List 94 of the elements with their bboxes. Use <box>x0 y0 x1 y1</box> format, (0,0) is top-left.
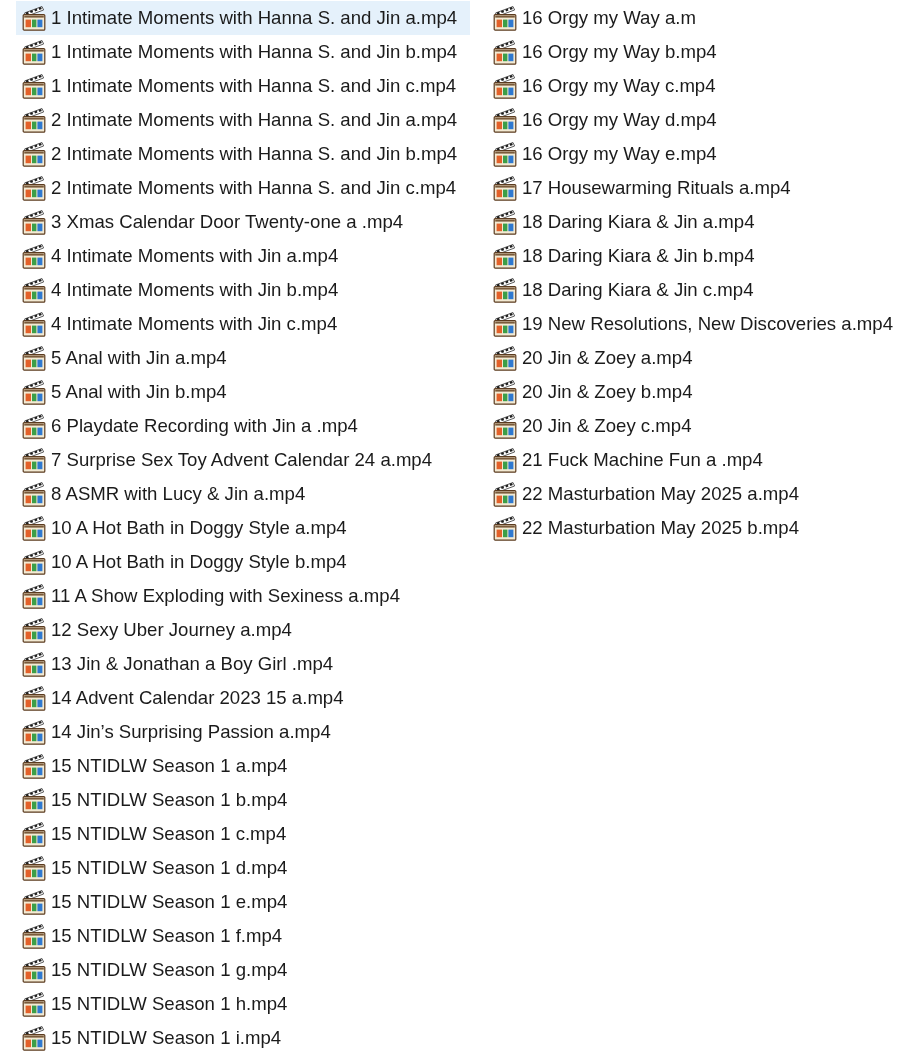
file-item[interactable]: 2 Intimate Moments with Hanna S. and Jin a.mp4 <box>16 103 470 137</box>
clapperboard-icon <box>22 141 46 167</box>
file-item[interactable]: 8 ASMR with Lucy & Jin a.mp4 <box>16 477 470 511</box>
file-item[interactable]: 22 Masturbation May 2025 a.mp4 <box>487 477 920 511</box>
file-item[interactable]: 15 NTIDLW Season 1 e.mp4 <box>16 885 470 919</box>
file-item[interactable]: 1 Intimate Moments with Hanna S. and Jin c.mp4 <box>16 69 470 103</box>
clapperboard-icon <box>22 209 46 235</box>
file-item[interactable]: 16 Orgy my Way e.mp4 <box>487 137 920 171</box>
clapperboard-icon <box>22 345 46 371</box>
file-item[interactable]: 15 NTIDLW Season 1 d.mp4 <box>16 851 470 885</box>
file-item[interactable]: 15 NTIDLW Season 1 f.mp4 <box>16 919 470 953</box>
file-item[interactable]: 2 Intimate Moments with Hanna S. and Jin c.mp4 <box>16 171 470 205</box>
file-item[interactable]: 21 Fuck Machine Fun a .mp4 <box>487 443 920 477</box>
clapperboard-icon <box>493 39 517 65</box>
clapperboard-icon <box>493 447 517 473</box>
file-item[interactable]: 2 Intimate Moments with Hanna S. and Jin b.mp4 <box>16 137 470 171</box>
clapperboard-icon <box>22 753 46 779</box>
file-item[interactable]: 15 NTIDLW Season 1 i.mp4 <box>16 1021 470 1055</box>
clapperboard-icon <box>493 311 517 337</box>
file-item[interactable]: 12 Sexy Uber Journey a.mp4 <box>16 613 470 647</box>
clapperboard-icon <box>493 209 517 235</box>
clapperboard-icon <box>22 175 46 201</box>
clapperboard-icon <box>22 719 46 745</box>
clapperboard-icon <box>493 107 517 133</box>
file-item[interactable]: 1 Intimate Moments with Hanna S. and Jin a.mp4 <box>16 1 470 35</box>
clapperboard-icon <box>22 243 46 269</box>
file-item[interactable]: 15 NTIDLW Season 1 b.mp4 <box>16 783 470 817</box>
clapperboard-icon <box>493 481 517 507</box>
file-item[interactable]: 20 Jin & Zoey c.mp4 <box>487 409 920 443</box>
file-item[interactable]: 11 A Show Exploding with Sexiness a.mp4 <box>16 579 470 613</box>
clapperboard-icon <box>22 787 46 813</box>
file-item[interactable]: 4 Intimate Moments with Jin c.mp4 <box>16 307 470 341</box>
clapperboard-icon <box>493 413 517 439</box>
clapperboard-icon <box>22 277 46 303</box>
clapperboard-icon <box>493 515 517 541</box>
file-item[interactable]: 20 Jin & Zoey b.mp4 <box>487 375 920 409</box>
clapperboard-icon <box>493 5 517 31</box>
file-item[interactable]: 20 Jin & Zoey a.mp4 <box>487 341 920 375</box>
file-item[interactable]: 15 NTIDLW Season 1 g.mp4 <box>16 953 470 987</box>
file-item[interactable]: 16 Orgy my Way d.mp4 <box>487 103 920 137</box>
file-item[interactable]: 16 Orgy my Way c.mp4 <box>487 69 920 103</box>
clapperboard-icon <box>22 5 46 31</box>
file-item[interactable]: 13 Jin & Jonathan a Boy Girl .mp4 <box>16 647 470 681</box>
file-item[interactable]: 4 Intimate Moments with Jin b.mp4 <box>16 273 470 307</box>
clapperboard-icon <box>22 107 46 133</box>
clapperboard-icon <box>22 515 46 541</box>
file-item[interactable]: 14 Jin’s Surprising Passion a.mp4 <box>16 715 470 749</box>
clapperboard-icon <box>22 1025 46 1051</box>
clapperboard-icon <box>493 73 517 99</box>
file-item[interactable]: 10 A Hot Bath in Doggy Style a.mp4 <box>16 511 470 545</box>
clapperboard-icon <box>493 345 517 371</box>
file-item[interactable]: 5 Anal with Jin a.mp4 <box>16 341 470 375</box>
clapperboard-icon <box>22 821 46 847</box>
file-item[interactable]: 22 Masturbation May 2025 b.mp4 <box>487 511 920 545</box>
clapperboard-icon <box>22 583 46 609</box>
clapperboard-icon <box>22 413 46 439</box>
file-item[interactable]: 14 Advent Calendar 2023 15 a.mp4 <box>16 681 470 715</box>
clapperboard-icon <box>22 39 46 65</box>
clapperboard-icon <box>493 175 517 201</box>
clapperboard-icon <box>22 311 46 337</box>
clapperboard-icon <box>22 481 46 507</box>
file-item[interactable]: 15 NTIDLW Season 1 c.mp4 <box>16 817 470 851</box>
file-item[interactable]: 4 Intimate Moments with Jin a.mp4 <box>16 239 470 273</box>
file-item[interactable]: 18 Daring Kiara & Jin c.mp4 <box>487 273 920 307</box>
clapperboard-icon <box>493 277 517 303</box>
clapperboard-icon <box>493 243 517 269</box>
clapperboard-icon <box>22 549 46 575</box>
clapperboard-icon <box>22 447 46 473</box>
clapperboard-icon <box>22 379 46 405</box>
file-item[interactable]: 16 Orgy my Way a.m <box>487 1 920 35</box>
file-item[interactable]: 16 Orgy my Way b.mp4 <box>487 35 920 69</box>
file-item[interactable]: 19 New Resolutions, New Discoveries a.mp4 <box>487 307 920 341</box>
file-item[interactable]: 18 Daring Kiara & Jin b.mp4 <box>487 239 920 273</box>
clapperboard-icon <box>22 617 46 643</box>
clapperboard-icon <box>22 73 46 99</box>
clapperboard-icon <box>493 379 517 405</box>
clapperboard-icon <box>22 991 46 1017</box>
clapperboard-icon <box>22 855 46 881</box>
clapperboard-icon <box>22 685 46 711</box>
file-item[interactable]: 7 Surprise Sex Toy Advent Calendar 24 a.mp4 <box>16 443 470 477</box>
file-item[interactable]: 10 A Hot Bath in Doggy Style b.mp4 <box>16 545 470 579</box>
file-item[interactable]: 17 Housewarming Rituals a.mp4 <box>487 171 920 205</box>
file-item[interactable]: 6 Playdate Recording with Jin a .mp4 <box>16 409 470 443</box>
file-item[interactable]: 15 NTIDLW Season 1 h.mp4 <box>16 987 470 1021</box>
file-item[interactable]: 1 Intimate Moments with Hanna S. and Jin b.mp4 <box>16 35 470 69</box>
clapperboard-icon <box>22 957 46 983</box>
file-item[interactable]: 15 NTIDLW Season 1 a.mp4 <box>16 749 470 783</box>
clapperboard-icon <box>22 923 46 949</box>
clapperboard-icon <box>22 889 46 915</box>
clapperboard-icon <box>493 141 517 167</box>
file-item[interactable]: 3 Xmas Calendar Door Twenty-one a .mp4 <box>16 205 470 239</box>
file-item[interactable]: 5 Anal with Jin b.mp4 <box>16 375 470 409</box>
file-item[interactable]: 18 Daring Kiara & Jin a.mp4 <box>487 205 920 239</box>
clapperboard-icon <box>22 651 46 677</box>
